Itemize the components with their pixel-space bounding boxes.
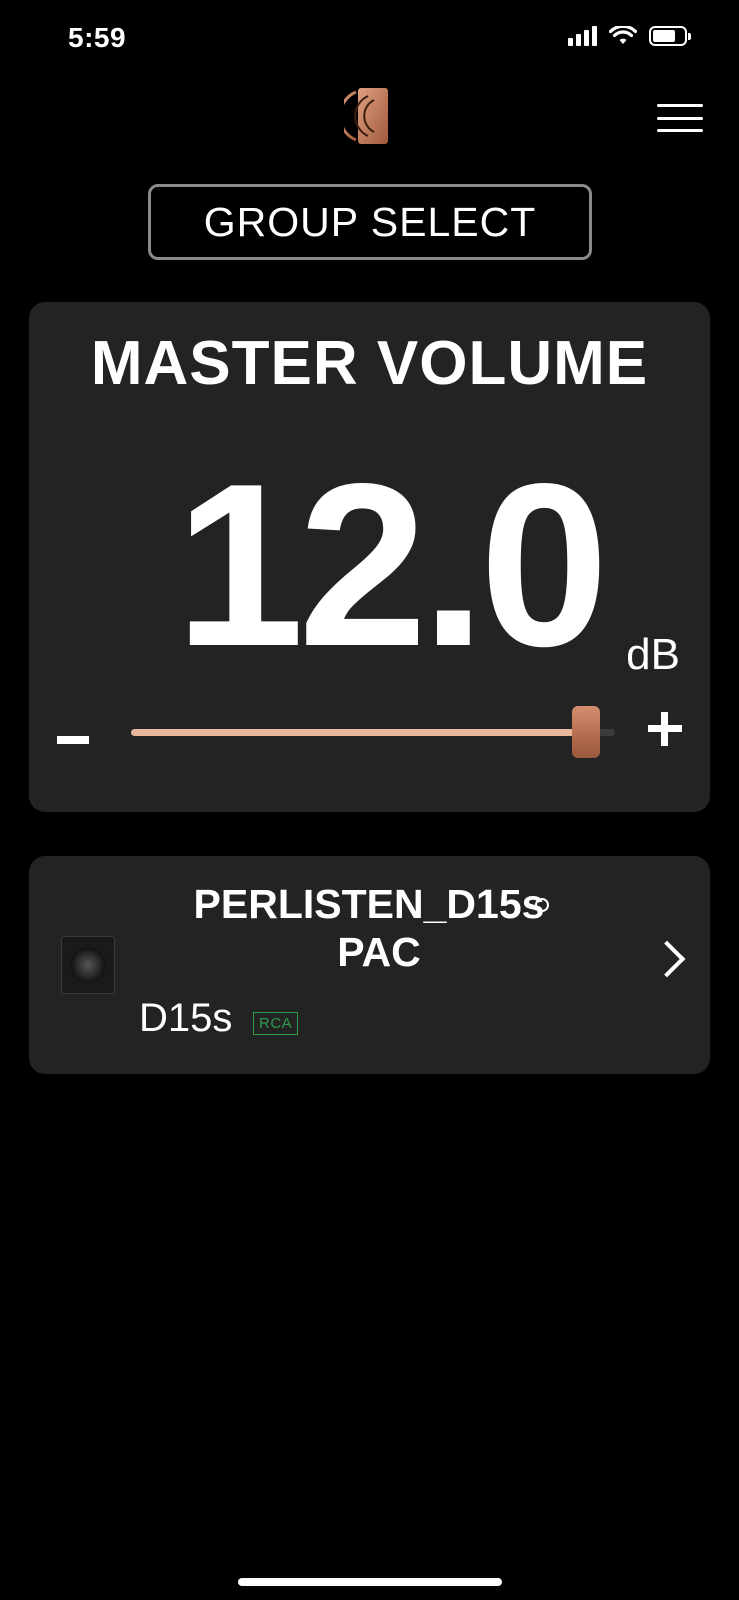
slider-thumb[interactable] [572, 706, 600, 758]
status-time: 5:59 [68, 22, 127, 53]
device-name: PERLISTEN_D15s PAC [139, 880, 619, 976]
hamburger-menu-icon[interactable] [657, 104, 703, 132]
master-volume-slider[interactable] [131, 706, 615, 760]
chevron-right-icon[interactable] [648, 940, 686, 978]
master-volume-value: 12.0 [175, 436, 609, 695]
master-volume-readout: 12.0 [119, 450, 659, 682]
device-model: D15s [139, 996, 233, 1040]
master-volume-unit: dB [626, 630, 680, 679]
subwoofer-icon [61, 936, 115, 994]
signal-icon [568, 26, 597, 46]
input-badge: RCA [253, 1012, 299, 1035]
master-volume-card: MASTER VOLUME 12.0 dB [29, 302, 710, 812]
volume-up-button[interactable] [648, 712, 682, 746]
battery-icon [649, 26, 691, 46]
device-name-line2: PAC [337, 929, 421, 975]
volume-down-button[interactable] [57, 736, 89, 744]
perlisten-logo [344, 88, 388, 144]
wifi-icon [609, 26, 637, 44]
master-volume-title: MASTER VOLUME [90, 329, 649, 398]
slider-fill [131, 729, 586, 736]
status-icons [568, 26, 691, 46]
connection-status-icon [535, 898, 549, 912]
home-indicator [238, 1578, 502, 1586]
device-list-item[interactable]: PERLISTEN_D15s PAC D15s RCA [29, 856, 710, 1074]
group-select-button[interactable]: GROUP SELECT [148, 184, 592, 260]
